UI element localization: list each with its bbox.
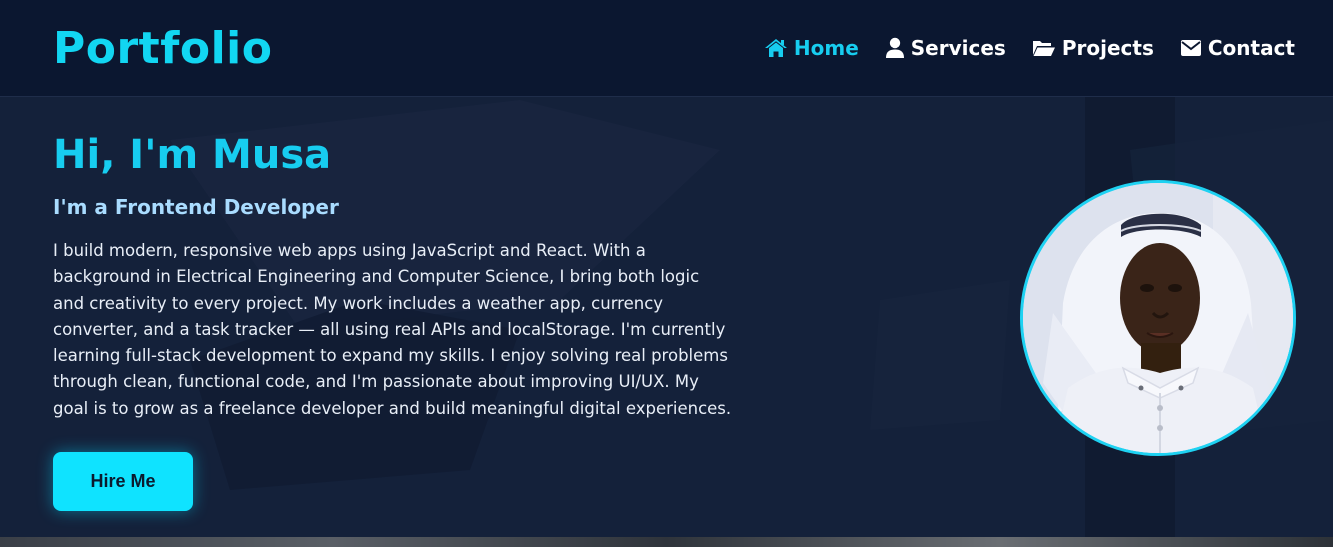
main-nav: Home Services Projects Contact [738,30,1295,66]
site-header: Portfolio Home Services Projects Contact [0,0,1333,97]
folder-open-icon [1032,41,1055,56]
nav-label-home: Home [793,36,859,60]
hero-section: Hi, I'm Musa I'm a Frontend Developer I … [0,97,1333,537]
nav-label-contact: Contact [1207,36,1295,60]
site-logo[interactable]: Portfolio [53,22,272,76]
home-icon [764,39,787,57]
nav-item-projects[interactable]: Projects [1032,36,1154,60]
profile-photo [1020,180,1296,456]
nav-label-services: Services [910,36,1006,60]
nav-item-home[interactable]: Home [764,36,859,60]
nav-item-services[interactable]: Services [885,36,1006,60]
envelope-icon [1180,40,1201,56]
nav-label-projects: Projects [1061,36,1154,60]
user-icon [885,37,904,58]
hero-subtitle: I'm a Frontend Developer [53,195,339,219]
hero-bio: I build modern, responsive web apps usin… [53,241,732,418]
nav-item-contact[interactable]: Contact [1180,36,1295,60]
hero-title: Hi, I'm Musa [53,132,332,178]
hire-me-button[interactable]: Hire Me [53,452,193,511]
next-section-edge [0,537,1333,547]
